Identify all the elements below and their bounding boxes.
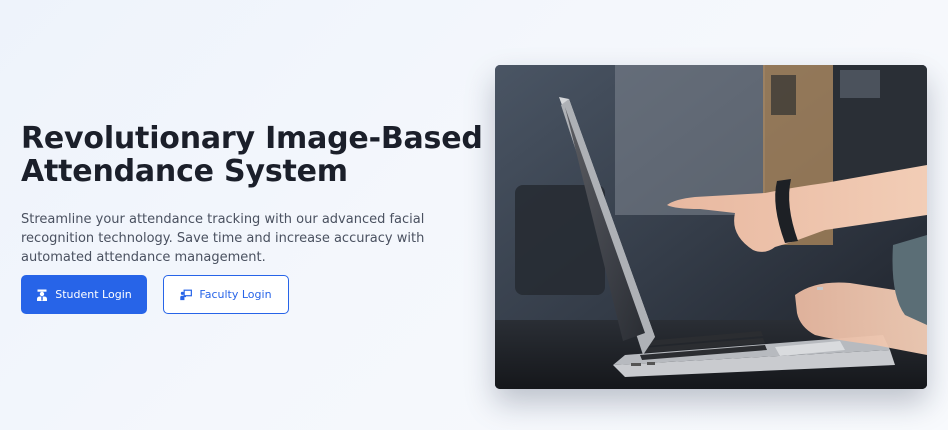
faculty-login-button[interactable]: Faculty Login (163, 275, 289, 314)
chalkboard-teacher-icon (180, 289, 193, 301)
hero-section: Revolutionary Image-Based Attendance Sys… (0, 0, 948, 430)
hero-subtitle: Streamline your attendance tracking with… (21, 212, 425, 265)
laptop-photo-illustration (495, 65, 927, 389)
user-graduate-icon (36, 289, 48, 301)
student-login-label: Student Login (55, 288, 132, 301)
hero-title-line2: Attendance System (21, 154, 348, 189)
hero-laptop-image (495, 65, 927, 389)
hero-title-line1: Revolutionary Image-Based (21, 121, 483, 156)
hero-title: Revolutionary Image-Based Attendance Sys… (21, 122, 491, 188)
student-login-button[interactable]: Student Login (21, 275, 147, 314)
login-button-row: Student Login Faculty Login (21, 275, 289, 314)
faculty-login-label: Faculty Login (199, 288, 272, 301)
hero-text: Revolutionary Image-Based Attendance Sys… (21, 122, 491, 267)
